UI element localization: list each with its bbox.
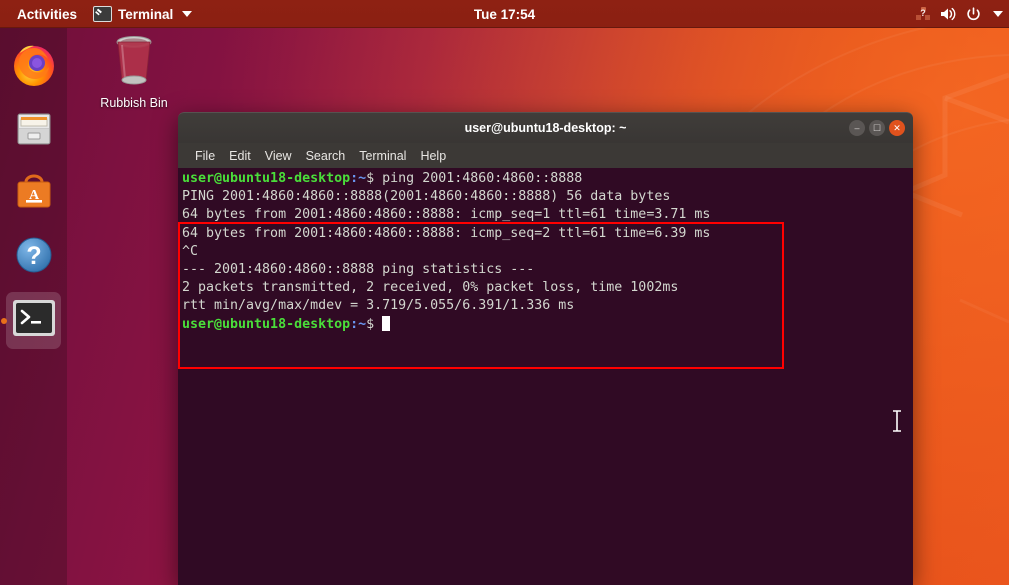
terminal-icon bbox=[93, 6, 113, 22]
menu-view[interactable]: View bbox=[258, 146, 299, 166]
app-menu-button[interactable]: Terminal bbox=[85, 2, 200, 26]
window-title: user@ubuntu18-desktop: ~ bbox=[464, 121, 627, 135]
maximize-icon: ☐ bbox=[872, 122, 882, 133]
dock-item-files[interactable] bbox=[0, 100, 67, 163]
window-titlebar[interactable]: user@ubuntu18-desktop: ~ – ☐ ✕ bbox=[178, 112, 913, 143]
chevron-down-icon bbox=[182, 11, 193, 17]
dock: A ? bbox=[0, 28, 67, 585]
help-question-icon: ? bbox=[13, 234, 55, 281]
prompt-user-host: user@ubuntu18-desktop bbox=[182, 316, 351, 332]
trash-can-icon bbox=[108, 33, 160, 94]
terminal-line: user@ubuntu18-desktop:~$ bbox=[182, 315, 391, 332]
files-cabinet-icon bbox=[12, 107, 56, 156]
dock-item-firefox[interactable] bbox=[0, 37, 67, 100]
firefox-icon bbox=[11, 43, 57, 94]
system-status-area[interactable]: ? bbox=[915, 6, 1003, 23]
terminal-text: user@ubuntu18-desktop:~$ ping 2001:4860:… bbox=[180, 170, 913, 334]
activities-button[interactable]: Activities bbox=[9, 3, 85, 26]
prompt-path: :~ bbox=[350, 316, 367, 332]
keyboard-layout-icon[interactable]: ? bbox=[915, 6, 931, 22]
terminal-output-area[interactable]: user@ubuntu18-desktop:~$ ping 2001:4860:… bbox=[178, 168, 913, 585]
clock[interactable]: Tue 17:54 bbox=[465, 4, 544, 25]
terminal-icon bbox=[12, 299, 56, 342]
volume-icon[interactable] bbox=[939, 6, 957, 22]
dock-item-help[interactable]: ? bbox=[0, 226, 67, 289]
command-text: ping 2001:4860:4860::8888 bbox=[374, 171, 583, 186]
app-menu-label: Terminal bbox=[118, 6, 174, 22]
desktop-icon-rubbish-bin[interactable]: Rubbish Bin bbox=[88, 33, 180, 110]
terminal-line: user@ubuntu18-desktop:~$ ping 2001:4860:… bbox=[182, 171, 582, 186]
prompt-symbol: $ bbox=[366, 316, 375, 332]
svg-text:?: ? bbox=[920, 8, 926, 18]
terminal-line: ^C bbox=[182, 243, 199, 259]
prompt-user-host: user@ubuntu18-desktop bbox=[182, 171, 351, 186]
text-cursor bbox=[382, 315, 391, 331]
terminal-line: rtt min/avg/max/mdev = 3.719/5.055/6.391… bbox=[182, 298, 575, 314]
ubuntu-software-bag-icon: A bbox=[12, 170, 56, 219]
desktop-icon-label: Rubbish Bin bbox=[100, 96, 168, 110]
terminal-window[interactable]: user@ubuntu18-desktop: ~ – ☐ ✕ File Edit… bbox=[178, 112, 913, 585]
power-icon[interactable] bbox=[965, 6, 982, 23]
menu-terminal[interactable]: Terminal bbox=[352, 146, 413, 166]
dock-item-terminal[interactable] bbox=[0, 289, 67, 352]
activities-label: Activities bbox=[17, 6, 78, 22]
top-panel: Activities Terminal Tue 17:54 ? bbox=[0, 0, 1009, 28]
menu-file[interactable]: File bbox=[188, 146, 222, 166]
terminal-line: 2 packets transmitted, 2 received, 0% pa… bbox=[182, 280, 679, 296]
svg-text:?: ? bbox=[26, 242, 41, 270]
menu-search[interactable]: Search bbox=[299, 146, 353, 166]
dock-item-ubuntu-software[interactable]: A bbox=[0, 163, 67, 226]
terminal-line: PING 2001:4860:4860::8888(2001:4860:4860… bbox=[182, 189, 671, 205]
close-icon: ✕ bbox=[893, 122, 901, 133]
terminal-line: 64 bytes from 2001:4860:4860::8888: icmp… bbox=[182, 207, 711, 223]
desktop-screen: Activities Terminal Tue 17:54 ? A ? Rubb… bbox=[0, 0, 1009, 585]
minimize-button[interactable]: – bbox=[849, 120, 865, 136]
menu-help[interactable]: Help bbox=[413, 146, 453, 166]
window-controls: – ☐ ✕ bbox=[849, 113, 905, 143]
prompt-path: :~ bbox=[350, 171, 367, 186]
menubar: File Edit View Search Terminal Help bbox=[178, 143, 913, 168]
terminal-line: --- 2001:4860:4860::8888 ping statistics… bbox=[182, 262, 535, 278]
minimize-icon: – bbox=[854, 122, 860, 133]
menu-edit[interactable]: Edit bbox=[222, 146, 258, 166]
mouse-cursor-ibeam bbox=[891, 410, 903, 437]
terminal-line: 64 bytes from 2001:4860:4860::8888: icmp… bbox=[182, 225, 711, 241]
system-menu-chevron-icon[interactable] bbox=[993, 11, 1003, 17]
maximize-button[interactable]: ☐ bbox=[869, 120, 885, 136]
prompt-symbol: $ bbox=[366, 171, 375, 186]
close-button[interactable]: ✕ bbox=[889, 120, 905, 136]
